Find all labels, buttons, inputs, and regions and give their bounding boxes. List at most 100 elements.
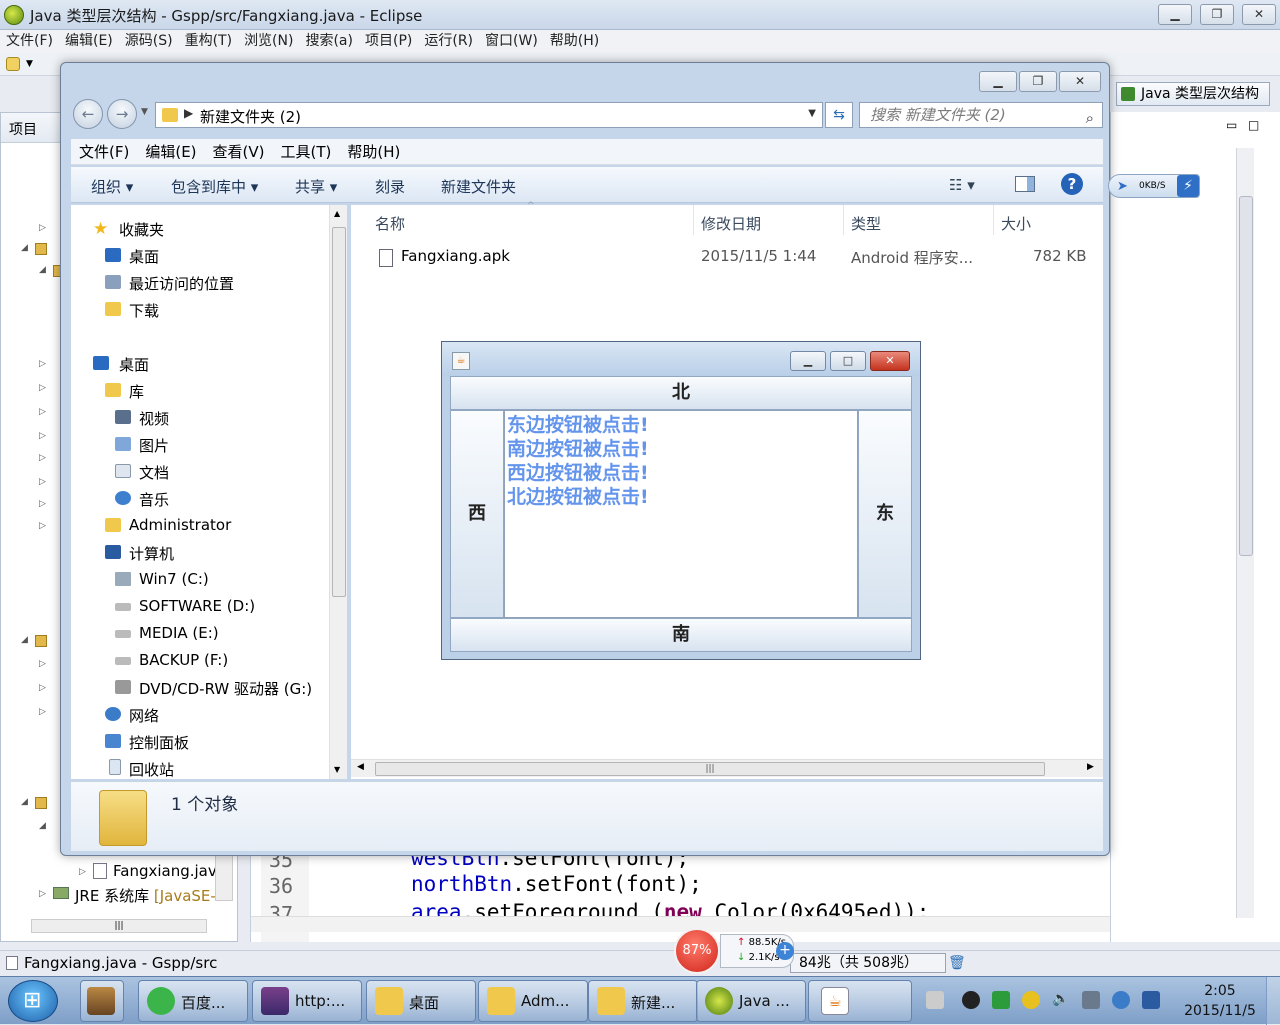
new-folder-button[interactable]: 新建文件夹 — [441, 176, 516, 197]
plus-icon[interactable]: + — [776, 942, 794, 960]
task-winrar[interactable]: http:... — [252, 980, 362, 1022]
trash-icon[interactable]: 🗑 — [948, 955, 966, 971]
tree-expand-icon[interactable]: ▷ — [39, 659, 47, 669]
tree-hscroll[interactable]: ||| — [31, 919, 207, 933]
nav-pictures[interactable]: 图片 — [139, 435, 169, 456]
include-in-library-button[interactable]: 包含到库中 ▾ — [171, 176, 258, 197]
start-button[interactable] — [8, 980, 58, 1022]
east-button[interactable]: 东 — [858, 410, 912, 618]
volume-icon[interactable]: 🔈 — [1052, 991, 1070, 1009]
eclipse-menu-window[interactable]: 窗口(W) — [479, 30, 544, 52]
nav-favorites[interactable]: 收藏夹 — [119, 219, 164, 240]
west-button[interactable]: 西 — [450, 410, 504, 618]
show-desktop-button[interactable] — [1266, 977, 1280, 1025]
task-new-folder[interactable]: 新建... — [588, 980, 698, 1022]
eclipse-menu-refactor[interactable]: 重构(T) — [179, 30, 238, 52]
preview-pane-icon[interactable] — [1015, 176, 1035, 192]
nav-network[interactable]: 网络 — [129, 705, 159, 726]
nav-fav-downloads[interactable]: 下载 — [129, 300, 159, 321]
tree-collapse-icon[interactable]: ◢ — [21, 797, 29, 807]
nav-drive-f[interactable]: BACKUP (F:) — [139, 651, 228, 669]
tree-vscroll[interactable] — [215, 855, 233, 901]
tree-expand-icon[interactable]: ▷ — [39, 431, 47, 441]
navigation-vscroll-thumb[interactable] — [332, 227, 346, 597]
burn-button[interactable]: 刻录 — [375, 176, 405, 197]
new-icon[interactable] — [6, 57, 20, 71]
organize-button[interactable]: 组织 ▾ — [91, 176, 133, 197]
scroll-left-icon[interactable]: ◀ — [357, 762, 364, 772]
eclipse-minimize-button[interactable]: ▁ — [1158, 4, 1192, 25]
eclipse-menu-source[interactable]: 源码(S) — [119, 30, 179, 52]
nav-fav-desktop[interactable]: 桌面 — [129, 246, 159, 267]
file-list-hscroll[interactable]: ◀ ||| ▶ — [351, 759, 1103, 777]
nav-documents[interactable]: 文档 — [139, 462, 169, 483]
address-path[interactable]: ▶ 新建文件夹 (2) ▼ — [155, 102, 823, 128]
explorer-minimize-button[interactable]: ▁ — [979, 71, 1017, 92]
view-minimize-icon[interactable]: ▭ — [1226, 118, 1237, 132]
clock[interactable]: 2:05 2015/11/5 — [1180, 981, 1260, 1021]
address-dropdown-icon[interactable]: ▼ — [808, 108, 816, 119]
explorer-menu-view[interactable]: 查看(V) — [205, 139, 273, 165]
explorer-menu-edit[interactable]: 编辑(E) — [137, 139, 204, 165]
history-dropdown-icon[interactable]: ▼ — [141, 107, 148, 117]
type-hierarchy-tab[interactable]: Java 类型层次结构 — [1116, 82, 1270, 106]
swing-minimize-button[interactable]: ▁ — [790, 351, 826, 371]
search-input[interactable]: 搜索 新建文件夹 (2) ⌕ — [859, 102, 1103, 128]
tree-expand-icon[interactable]: ▷ — [39, 223, 47, 233]
nav-administrator[interactable]: Administrator — [129, 516, 231, 534]
nav-computer[interactable]: 计算机 — [129, 543, 174, 564]
project-explorer-tab[interactable]: 项目 — [9, 119, 37, 139]
nav-music[interactable]: 音乐 — [139, 489, 169, 510]
scroll-right-icon[interactable]: ▶ — [1087, 762, 1094, 772]
breadcrumb-arrow-icon[interactable]: ▶ — [184, 106, 193, 120]
swing-close-button[interactable]: ✕ — [870, 351, 910, 371]
nav-drive-e[interactable]: MEDIA (E:) — [139, 624, 219, 642]
explorer-maximize-button[interactable]: ❐ — [1019, 71, 1057, 92]
nav-fav-recent[interactable]: 最近访问的位置 — [129, 273, 234, 294]
task-game[interactable] — [80, 980, 124, 1022]
nav-control-panel[interactable]: 控制面板 — [129, 732, 189, 753]
tree-collapse-icon[interactable]: ◢ — [39, 265, 47, 275]
media-tray-icon[interactable] — [1112, 991, 1130, 1009]
tree-expand-icon[interactable]: ▷ — [39, 499, 47, 509]
tree-expand-icon[interactable]: ▷ — [39, 453, 47, 463]
nav-drive-d[interactable]: SOFTWARE (D:) — [139, 597, 255, 615]
tree-item-jre[interactable]: JRE 系统库 [JavaSE- — [75, 885, 216, 906]
chevron-down-icon[interactable]: ▼ — [26, 57, 34, 71]
nav-recycle-bin[interactable]: 回收站 — [129, 759, 174, 780]
forward-button[interactable]: → — [107, 99, 137, 129]
help-icon[interactable]: ? — [1061, 173, 1083, 195]
north-button[interactable]: 北 — [450, 376, 912, 410]
task-desktop-folder[interactable]: 桌面 — [366, 980, 476, 1022]
eclipse-menu-edit[interactable]: 编辑(E) — [59, 30, 119, 52]
share-button[interactable]: 共享 ▾ — [295, 176, 337, 197]
task-admin-folder[interactable]: Adm... — [478, 980, 588, 1022]
flag-icon[interactable] — [1142, 991, 1160, 1009]
eclipse-menu-search[interactable]: 搜索(a) — [299, 30, 359, 52]
network-tray-icon[interactable] — [1082, 991, 1100, 1009]
editor-vscroll[interactable] — [1236, 148, 1254, 918]
nav-desktop[interactable]: 桌面 — [119, 354, 149, 375]
task-eclipse[interactable]: Java ... — [696, 980, 806, 1022]
nav-videos[interactable]: 视频 — [139, 408, 169, 429]
back-button[interactable]: ← — [73, 99, 103, 129]
explorer-menu-help[interactable]: 帮助(H) — [339, 139, 408, 165]
tree-collapse-icon[interactable]: ◢ — [39, 821, 47, 831]
eclipse-menu-project[interactable]: 项目(P) — [359, 30, 418, 52]
eclipse-maximize-button[interactable]: ❐ — [1200, 4, 1234, 25]
editor-vscroll-thumb[interactable] — [1239, 196, 1253, 556]
view-maximize-icon[interactable]: □ — [1248, 118, 1259, 132]
task-browser[interactable]: 百度... — [138, 980, 248, 1022]
view-options-icon[interactable]: ☷ ▾ — [949, 176, 975, 194]
file-list-hscroll-thumb[interactable]: ||| — [375, 762, 1045, 776]
tree-expand-icon[interactable]: ▷ — [39, 477, 47, 487]
navigation-vscroll[interactable]: ▲ ▼ — [329, 205, 347, 779]
tree-expand-icon[interactable]: ▷ — [39, 383, 47, 393]
download-speed-widget[interactable]: ➤ 0KB/S ⚡ — [1108, 174, 1200, 198]
eclipse-menu-run[interactable]: 运行(R) — [418, 30, 479, 52]
memory-usage-ball[interactable]: 87% — [674, 928, 720, 974]
shield-icon[interactable] — [992, 991, 1010, 1009]
tree-item-fangxiang[interactable]: Fangxiang.jav — [113, 862, 217, 880]
nav-drive-g[interactable]: DVD/CD-RW 驱动器 (G:) — [139, 678, 312, 699]
file-row[interactable]: Fangxiang.apk 2015/11/5 1:44 Android 程序安… — [351, 205, 1103, 285]
